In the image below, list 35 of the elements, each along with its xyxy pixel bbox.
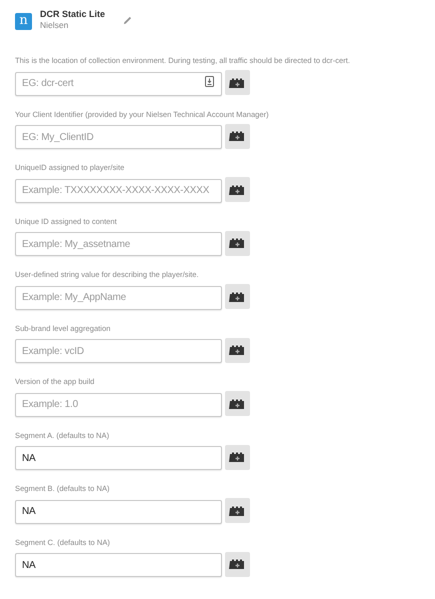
input-field[interactable]: NA (15, 500, 222, 524)
input-field[interactable]: NA (15, 553, 222, 577)
variable-button[interactable] (225, 124, 250, 149)
input-field[interactable]: NA (15, 446, 222, 470)
input-field[interactable]: Example: My_assetname (15, 232, 222, 256)
brick-icon (229, 290, 246, 303)
input-field[interactable]: Example: TXXXXXXXX-XXXX-XXXX-XXXX (15, 178, 222, 202)
brick-icon (229, 558, 246, 570)
brick-icon (229, 504, 246, 517)
brick-icon (229, 184, 246, 196)
input-field[interactable]: Example: My_AppName (15, 286, 222, 310)
variable-button[interactable] (225, 177, 250, 202)
brick-icon (229, 76, 246, 89)
input-field[interactable]: Example: vcID (15, 339, 222, 363)
variable-button[interactable] (225, 338, 250, 363)
variable-button[interactable] (225, 498, 250, 524)
input-field[interactable]: EG: dcr-cert (15, 72, 222, 96)
edit-icon[interactable] (123, 16, 132, 25)
variable-button[interactable] (225, 230, 250, 256)
variable-button[interactable] (225, 70, 250, 96)
brick-icon (229, 130, 246, 142)
variable-button[interactable] (225, 391, 250, 416)
variable-button[interactable] (225, 284, 250, 310)
list-picker-icon[interactable] (205, 76, 214, 87)
brick-icon (229, 344, 246, 356)
vendor-name: Nielsen (40, 20, 70, 31)
variable-button[interactable] (225, 552, 250, 577)
variable-button[interactable] (225, 444, 250, 470)
input-field[interactable]: Example: 1.0 (15, 392, 222, 416)
brick-icon (229, 451, 246, 464)
brick-icon (229, 398, 246, 410)
brick-icon (229, 237, 246, 250)
app-logo: n (15, 13, 32, 30)
input-field[interactable]: EG: My_ClientID (15, 125, 222, 149)
app-title: DCR Static Lite (40, 9, 106, 20)
